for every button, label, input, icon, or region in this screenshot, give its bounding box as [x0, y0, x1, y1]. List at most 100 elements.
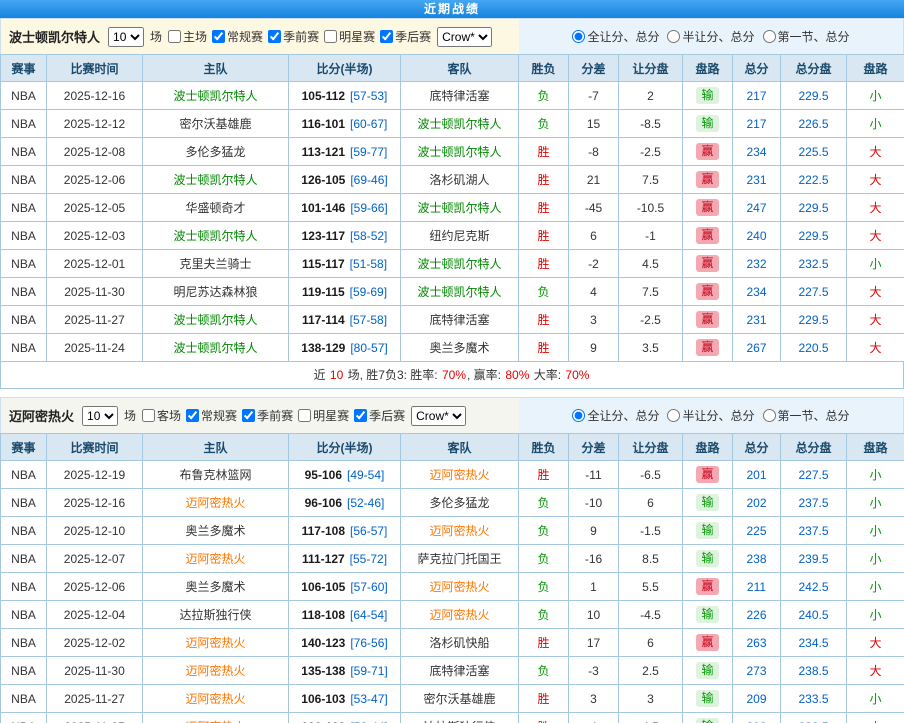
point-diff-cell: -3 — [569, 657, 619, 685]
total-points-cell: 263 — [733, 629, 781, 657]
home-team-cell[interactable]: 迈阿密热火 — [143, 657, 289, 685]
date-cell: 2025-12-06 — [47, 573, 143, 601]
stat-mode-radio[interactable]: 全让分、总分 — [572, 407, 659, 424]
away-team-cell[interactable]: 迈阿密热火 — [401, 601, 519, 629]
home-team-cell[interactable]: 布鲁克林篮网 — [143, 461, 289, 489]
away-team-cell[interactable]: 纽约尼克斯 — [401, 222, 519, 250]
score-cell: 117-108[56-57] — [289, 517, 401, 545]
away-team-cell[interactable]: 波士顿凯尔特人 — [401, 138, 519, 166]
away-team-cell[interactable]: 迈阿密热火 — [401, 517, 519, 545]
filter-checkbox[interactable]: 季前赛 — [242, 407, 293, 424]
home-team-cell[interactable]: 密尔沃基雄鹿 — [143, 110, 289, 138]
away-team-cell[interactable]: 萨克拉门托国王 — [401, 545, 519, 573]
date-cell: 2025-12-05 — [47, 194, 143, 222]
handicap-result-badge: 赢 — [696, 311, 718, 328]
filter-checkbox-input[interactable] — [168, 30, 181, 43]
away-team-cell[interactable]: 洛杉矶湖人 — [401, 166, 519, 194]
game-row: NBA2025-12-19布鲁克林篮网95-106[49-54]迈阿密热火胜-1… — [1, 461, 904, 489]
away-team-cell[interactable]: 波士顿凯尔特人 — [401, 250, 519, 278]
games-count-select[interactable]: 10 — [108, 27, 144, 47]
home-team-cell[interactable]: 明尼苏达森林狼 — [143, 278, 289, 306]
filter-checkbox[interactable]: 常规赛 — [186, 407, 237, 424]
league-cell: NBA — [1, 713, 47, 723]
over-under-cell: 小 — [847, 489, 904, 517]
filter-checkbox-input[interactable] — [142, 409, 155, 422]
home-team-cell[interactable]: 迈阿密热火 — [143, 713, 289, 723]
home-team-cell[interactable]: 波士顿凯尔特人 — [143, 82, 289, 110]
home-team-cell[interactable]: 克里夫兰骑士 — [143, 250, 289, 278]
filter-checkbox-input[interactable] — [186, 409, 199, 422]
filter-checkbox-label: 明星赛 — [339, 28, 375, 45]
home-team-cell[interactable]: 迈阿密热火 — [143, 685, 289, 713]
away-team-cell[interactable]: 底特律活塞 — [401, 657, 519, 685]
header-row: 赛事比赛时间主队比分(半场)客队胜负分差让分盘盘路总分总分盘盘路 — [1, 55, 904, 82]
filter-checkbox[interactable]: 明星赛 — [324, 28, 375, 45]
result-cell: 胜 — [519, 306, 569, 334]
filter-checkbox-input[interactable] — [354, 409, 367, 422]
home-team-cell[interactable]: 奥兰多魔术 — [143, 517, 289, 545]
stat-mode-radio-input[interactable] — [667, 30, 680, 43]
away-team-cell[interactable]: 迈阿密热火 — [401, 461, 519, 489]
stat-mode-radio-input[interactable] — [763, 409, 776, 422]
filter-checkbox-input[interactable] — [380, 30, 393, 43]
stat-mode-radio[interactable]: 半让分、总分 — [667, 407, 754, 424]
home-team-cell[interactable]: 波士顿凯尔特人 — [143, 166, 289, 194]
point-diff-cell: 9 — [569, 334, 619, 362]
game-row: NBA2025-12-16波士顿凯尔特人105-112[57-53]底特律活塞负… — [1, 82, 904, 110]
odds-company-select[interactable]: Crow* — [411, 406, 466, 426]
home-team-cell[interactable]: 多伦多猛龙 — [143, 138, 289, 166]
stat-mode-radio[interactable]: 半让分、总分 — [667, 28, 754, 45]
home-team-cell[interactable]: 波士顿凯尔特人 — [143, 334, 289, 362]
away-team-cell[interactable]: 多伦多猛龙 — [401, 489, 519, 517]
stat-mode-radio-input[interactable] — [572, 409, 585, 422]
final-score: 118-108 — [302, 608, 345, 622]
away-team-cell[interactable]: 达拉斯独行侠 — [401, 713, 519, 723]
filter-checkbox-input[interactable] — [212, 30, 225, 43]
filter-checkbox-input[interactable] — [242, 409, 255, 422]
handicap-result-cell: 输 — [683, 657, 733, 685]
filter-checkbox-input[interactable] — [324, 30, 337, 43]
home-team-cell[interactable]: 迈阿密热火 — [143, 489, 289, 517]
home-team-cell[interactable]: 达拉斯独行侠 — [143, 601, 289, 629]
over-under-cell: 大 — [847, 278, 904, 306]
home-team-cell[interactable]: 波士顿凯尔特人 — [143, 306, 289, 334]
stat-mode-radio-input[interactable] — [763, 30, 776, 43]
home-team-cell[interactable]: 华盛顿奇才 — [143, 194, 289, 222]
point-diff-cell: 4 — [569, 713, 619, 723]
games-count-select[interactable]: 10 — [82, 406, 118, 426]
point-diff-cell: -7 — [569, 82, 619, 110]
filter-checkbox-input[interactable] — [298, 409, 311, 422]
away-team-cell[interactable]: 底特律活塞 — [401, 82, 519, 110]
stat-mode-radio-input[interactable] — [572, 30, 585, 43]
home-team-cell[interactable]: 迈阿密热火 — [143, 545, 289, 573]
filter-checkbox[interactable]: 季后赛 — [380, 28, 431, 45]
away-team-cell[interactable]: 波士顿凯尔特人 — [401, 278, 519, 306]
stat-mode-radio-input[interactable] — [667, 409, 680, 422]
filter-checkbox[interactable]: 季前赛 — [268, 28, 319, 45]
home-team-cell[interactable]: 波士顿凯尔特人 — [143, 222, 289, 250]
away-team-cell[interactable]: 波士顿凯尔特人 — [401, 110, 519, 138]
filter-checkbox[interactable]: 常规赛 — [212, 28, 263, 45]
final-score: 111-127 — [302, 552, 345, 566]
away-team-cell[interactable]: 奥兰多魔术 — [401, 334, 519, 362]
filter-checkbox[interactable]: 季后赛 — [354, 407, 405, 424]
odds-company-select[interactable]: Crow* — [437, 27, 492, 47]
away-team-cell[interactable]: 波士顿凯尔特人 — [401, 194, 519, 222]
away-team-cell[interactable]: 洛杉矶快船 — [401, 629, 519, 657]
home-team-cell[interactable]: 奥兰多魔术 — [143, 573, 289, 601]
filter-checkbox[interactable]: 明星赛 — [298, 407, 349, 424]
home-team-cell[interactable]: 迈阿密热火 — [143, 629, 289, 657]
date-cell: 2025-12-01 — [47, 250, 143, 278]
filter-checkbox-input[interactable] — [268, 30, 281, 43]
filter-checkbox[interactable]: 客场 — [142, 407, 181, 424]
away-team-cell[interactable]: 迈阿密热火 — [401, 573, 519, 601]
over-under-cell: 大 — [847, 222, 904, 250]
stat-mode-radio[interactable]: 第一节、总分 — [763, 407, 850, 424]
filter-checkbox[interactable]: 主场 — [168, 28, 207, 45]
away-team-cell[interactable]: 密尔沃基雄鹿 — [401, 685, 519, 713]
away-team-cell[interactable]: 底特律活塞 — [401, 306, 519, 334]
stat-mode-radio[interactable]: 第一节、总分 — [763, 28, 850, 45]
point-diff-cell: 9 — [569, 517, 619, 545]
stat-mode-radio[interactable]: 全让分、总分 — [572, 28, 659, 45]
total-points-cell: 232 — [733, 250, 781, 278]
